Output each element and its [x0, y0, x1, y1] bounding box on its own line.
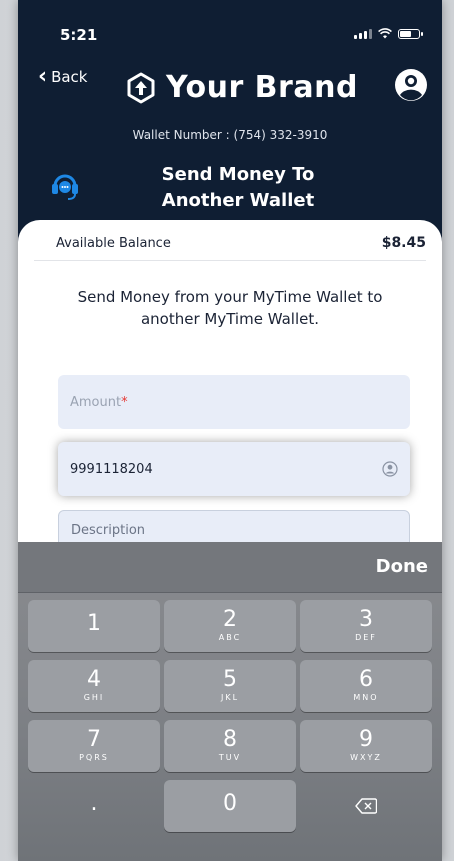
- person-circle-icon[interactable]: [382, 461, 398, 477]
- key-0-number: 0: [223, 791, 237, 816]
- key-8-number: 8: [223, 727, 237, 752]
- hexagon-arrow-up-icon: [127, 72, 155, 103]
- keyboard-toolbar: Done: [18, 542, 442, 593]
- key-3-number: 3: [359, 607, 373, 632]
- backspace-icon: [355, 798, 378, 814]
- key-4-number: 4: [87, 667, 101, 692]
- chevron-left-icon: ‹: [38, 64, 48, 89]
- key-9[interactable]: 9 WXYZ: [300, 720, 432, 772]
- wifi-icon: [378, 28, 392, 39]
- key-5-letters: JKL: [220, 693, 240, 702]
- signal-icon: [354, 28, 372, 39]
- key-decimal-symbol: .: [90, 791, 98, 816]
- key-6-letters: MNO: [353, 693, 379, 702]
- status-icons: [354, 28, 423, 39]
- required-mark: *: [121, 394, 128, 410]
- delete-key[interactable]: [300, 780, 432, 832]
- balance-label: Available Balance: [56, 235, 171, 251]
- screen-title-line2: Another Wallet: [161, 190, 315, 211]
- amount-placeholder: Amount: [70, 394, 122, 410]
- key-9-number: 9: [359, 727, 373, 752]
- key-7-number: 7: [87, 727, 101, 752]
- phone-screen: 5:21 ‹ Back Your Brand Wallet Number: (…: [18, 0, 442, 861]
- status-bar: 5:21: [18, 0, 442, 60]
- status-time: 5:21: [60, 26, 98, 44]
- intro-text: Send Money from your MyTime Wallet to an…: [77, 288, 383, 328]
- wallet-number: Wallet Number : (754) 332-3910: [132, 128, 328, 142]
- screen-title-line1: Send Money To: [161, 164, 315, 185]
- user-circle-icon[interactable]: [394, 68, 428, 102]
- key-2[interactable]: 2 ABC: [164, 600, 296, 652]
- brand-logo: Your Brand: [126, 70, 358, 105]
- key-2-letters: ABC: [218, 633, 242, 642]
- recipient-phone-value: 9991118204: [70, 461, 153, 477]
- balance-row: Available Balance $8.45: [56, 230, 426, 256]
- send-money-card: Available Balance $8.45 Send Money from …: [18, 220, 442, 580]
- key-6[interactable]: 6 MNO: [300, 660, 432, 712]
- key-decimal[interactable]: .: [28, 780, 160, 832]
- key-4[interactable]: 4 GHI: [28, 660, 160, 712]
- key-4-letters: GHI: [83, 693, 105, 702]
- numeric-keyboard: Done 1 2 ABC 3 DEF 4 GHI 5 JKL 6 MNO 7 P…: [18, 542, 442, 861]
- key-7[interactable]: 7 PQRS: [28, 720, 160, 772]
- headset-icon[interactable]: [48, 168, 82, 202]
- balance-value: $8.45: [381, 235, 426, 251]
- amount-input[interactable]: Amount *: [58, 375, 410, 429]
- key-8-letters: TUV: [218, 753, 242, 762]
- key-1-number: 1: [87, 611, 101, 636]
- back-label: Back: [51, 68, 88, 86]
- divider: [34, 260, 426, 261]
- key-9-letters: WXYZ: [350, 753, 382, 762]
- description-placeholder: Description: [71, 523, 146, 538]
- key-8[interactable]: 8 TUV: [164, 720, 296, 772]
- key-0[interactable]: 0: [164, 780, 296, 832]
- brand-name: Your Brand: [166, 70, 358, 105]
- key-1[interactable]: 1: [28, 600, 160, 652]
- key-5[interactable]: 5 JKL: [164, 660, 296, 712]
- key-3[interactable]: 3 DEF: [300, 600, 432, 652]
- key-6-number: 6: [359, 667, 373, 692]
- key-7-letters: PQRS: [79, 753, 109, 762]
- screen-title: Send Money To Another Wallet: [128, 162, 348, 214]
- back-button[interactable]: ‹ Back: [38, 64, 88, 89]
- key-2-number: 2: [223, 607, 237, 632]
- done-button[interactable]: Done: [376, 556, 428, 577]
- key-5-number: 5: [223, 667, 237, 692]
- recipient-phone-input[interactable]: 9991118204: [58, 442, 410, 496]
- key-3-letters: DEF: [355, 633, 377, 642]
- battery-icon: [398, 28, 423, 39]
